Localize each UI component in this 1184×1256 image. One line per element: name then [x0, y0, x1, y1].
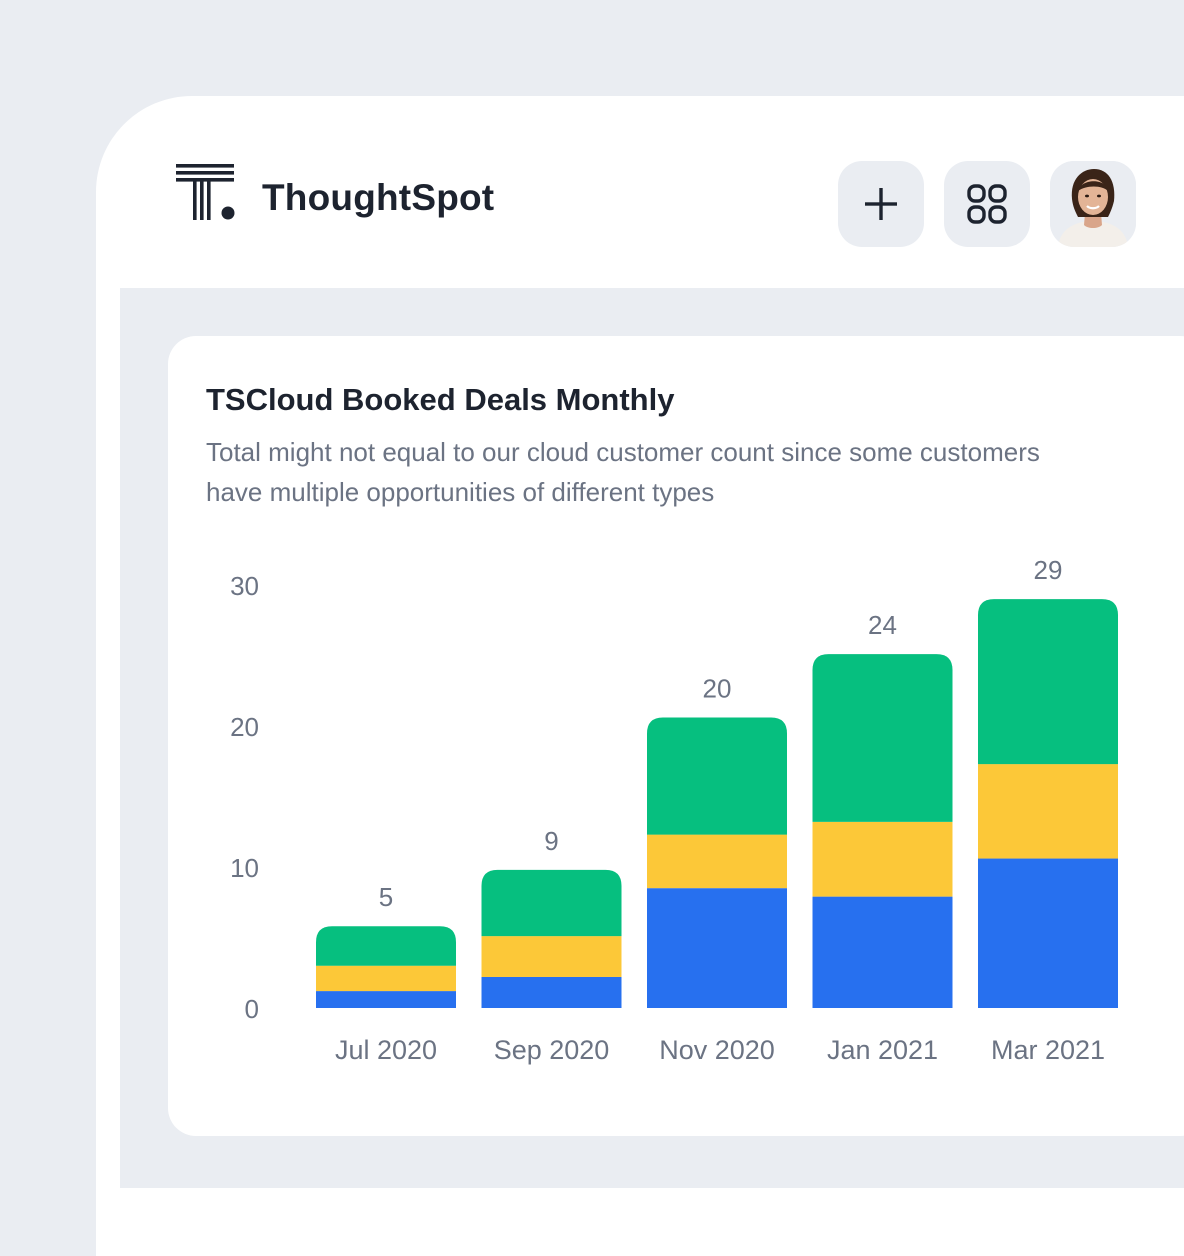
bar-segment[interactable]: [978, 764, 1118, 859]
bar-segment[interactable]: [812, 654, 953, 822]
x-tick-label: Nov 2020: [659, 1035, 775, 1065]
bar-total-label: 20: [703, 674, 732, 704]
content-area: TSCloud Booked Deals Monthly Total might…: [120, 288, 1184, 1188]
bar-segment[interactable]: [647, 888, 787, 1008]
stacked-bar-chart: 0 10 20 30 5 Jul 2020 9 Sep 2020 20 Nov 2020 24 Jan…: [230, 555, 1118, 1065]
bar-segment[interactable]: [316, 991, 456, 1008]
chart-card: TSCloud Booked Deals Monthly Total might…: [168, 336, 1184, 1136]
bar-total-label: 9: [544, 826, 558, 856]
apps-button[interactable]: [944, 161, 1030, 247]
x-tick-label: Jan 2021: [827, 1035, 938, 1065]
bar-group[interactable]: [647, 717, 787, 1008]
bar-segment[interactable]: [316, 965, 456, 992]
bar-segment[interactable]: [481, 976, 622, 1008]
bar-segment[interactable]: [812, 821, 953, 897]
y-tick-label: 0: [245, 994, 259, 1024]
y-tick-label: 10: [230, 853, 259, 883]
x-tick-label: Jul 2020: [335, 1035, 437, 1065]
grid-icon: [967, 184, 1007, 224]
user-avatar: [1050, 161, 1136, 247]
bar-segment[interactable]: [978, 858, 1118, 1008]
bar-group[interactable]: [812, 654, 953, 1008]
y-tick-label: 20: [230, 712, 259, 742]
bar-group[interactable]: [316, 926, 456, 1008]
x-tick-label: Mar 2021: [991, 1035, 1105, 1065]
bar-segment[interactable]: [316, 926, 456, 966]
x-tick-label: Sep 2020: [494, 1035, 610, 1065]
add-button[interactable]: [838, 161, 924, 247]
plus-icon: [865, 188, 897, 220]
bar-group[interactable]: [978, 599, 1118, 1008]
brand-name: ThoughtSpot: [262, 177, 495, 218]
bar-segment[interactable]: [812, 896, 953, 1008]
bar-segment[interactable]: [647, 834, 787, 889]
bar-segment[interactable]: [978, 599, 1118, 765]
thoughtspot-logo-icon[interactable]: [176, 164, 238, 222]
bar-segment[interactable]: [481, 936, 622, 977]
app-header: ThoughtSpot: [96, 96, 1184, 288]
bar-total-label: 29: [1034, 555, 1063, 585]
bar-total-label: 5: [379, 882, 393, 912]
y-tick-label: 30: [230, 571, 259, 601]
bar-group[interactable]: [481, 869, 622, 1008]
avatar-button[interactable]: [1050, 161, 1136, 247]
app-frame: ThoughtSpot TSCloud Booked Deals Monthly…: [96, 96, 1184, 1256]
bar-total-label: 24: [868, 610, 897, 640]
bar-segment[interactable]: [481, 869, 622, 937]
bar-segment[interactable]: [647, 717, 787, 835]
